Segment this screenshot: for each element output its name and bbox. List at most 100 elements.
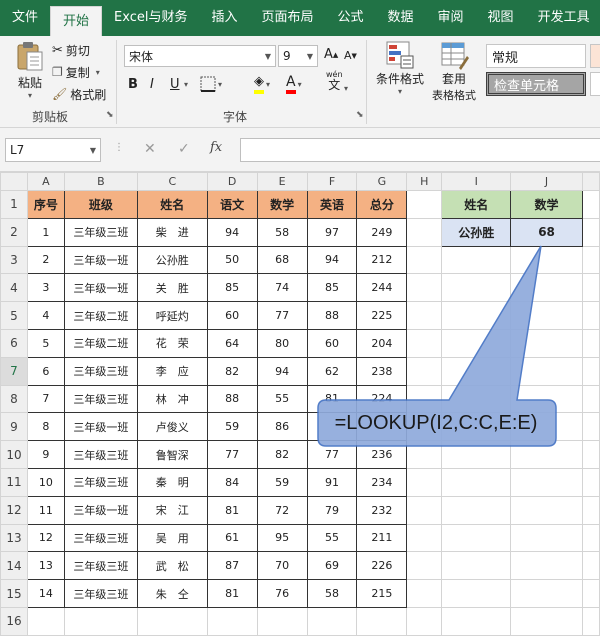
table-cell[interactable]: 204	[356, 328, 408, 358]
table-cell[interactable]: 95	[256, 523, 308, 553]
style-next-2[interactable]	[590, 72, 600, 96]
tab-data[interactable]: 数据	[376, 0, 426, 36]
font-color-button[interactable]: A ▾	[286, 74, 302, 94]
empty-cell[interactable]	[306, 606, 358, 636]
font-size-select[interactable]: 9 ▼	[278, 45, 318, 67]
empty-cell[interactable]	[581, 495, 600, 525]
empty-cell[interactable]	[441, 551, 512, 581]
empty-cell[interactable]	[136, 606, 208, 636]
column-header-C[interactable]: C	[136, 172, 208, 191]
table-cell[interactable]: 14	[26, 579, 65, 608]
empty-cell[interactable]	[581, 273, 600, 303]
table-cell[interactable]: 7	[26, 384, 65, 414]
table-cell[interactable]: 三年级三班	[63, 217, 138, 247]
table-header-cell[interactable]: 英语	[306, 190, 358, 219]
table-cell[interactable]: 8	[26, 412, 65, 442]
empty-cell[interactable]	[581, 217, 600, 247]
style-check-cell[interactable]: 检查单元格	[486, 72, 586, 96]
table-header-cell[interactable]: 序号	[26, 190, 65, 219]
table-cell[interactable]: 69	[306, 551, 358, 581]
column-header-H[interactable]: H	[406, 172, 443, 191]
lookup-value-cell[interactable]: 68	[510, 217, 583, 247]
table-cell[interactable]: 62	[306, 356, 358, 386]
column-header-A[interactable]: A	[26, 172, 65, 191]
table-cell[interactable]: 226	[356, 551, 408, 581]
empty-cell[interactable]	[581, 384, 600, 414]
empty-cell[interactable]	[406, 356, 443, 386]
name-box[interactable]: L7 ▼	[5, 138, 101, 162]
row-header-11[interactable]: 11	[0, 467, 28, 497]
table-cell[interactable]: 86	[256, 412, 308, 442]
table-cell[interactable]: 82	[206, 356, 258, 386]
table-cell[interactable]: 79	[306, 495, 358, 525]
table-cell[interactable]: 秦 明	[136, 467, 208, 497]
empty-cell[interactable]	[441, 495, 512, 525]
table-cell[interactable]: 64	[206, 328, 258, 358]
lookup-header-cell[interactable]: 姓名	[441, 190, 512, 219]
table-cell[interactable]: 244	[356, 273, 408, 303]
empty-cell[interactable]	[510, 523, 583, 553]
chevron-down-icon[interactable]: ▾	[184, 80, 188, 89]
empty-cell[interactable]	[510, 301, 583, 330]
row-header-12[interactable]: 12	[0, 495, 28, 525]
table-cell[interactable]: 10	[26, 467, 65, 497]
empty-cell[interactable]	[510, 356, 583, 386]
table-cell[interactable]: 鲁智深	[136, 440, 208, 469]
table-cell[interactable]: 94	[306, 245, 358, 275]
empty-cell[interactable]	[406, 245, 443, 275]
row-header-16[interactable]: 16	[0, 606, 28, 636]
table-cell[interactable]: 13	[26, 551, 65, 581]
row-header-7[interactable]: 7	[0, 356, 28, 386]
table-cell[interactable]: 84	[206, 467, 258, 497]
column-header-G[interactable]: G	[356, 172, 408, 191]
empty-cell[interactable]	[441, 328, 512, 358]
empty-cell[interactable]	[441, 245, 512, 275]
table-cell[interactable]: 81	[206, 495, 258, 525]
insert-function-button[interactable]: fx	[210, 140, 222, 155]
table-cell[interactable]: 9	[26, 440, 65, 469]
copy-button[interactable]: ❐ 复制 ▾	[52, 62, 100, 82]
empty-cell[interactable]	[510, 273, 583, 303]
grow-font-button[interactable]: A ▲	[324, 47, 338, 62]
dialog-launcher-icon[interactable]: ⬊	[356, 110, 364, 120]
empty-cell[interactable]	[581, 245, 600, 275]
empty-cell[interactable]	[441, 606, 512, 636]
table-cell[interactable]: 85	[206, 273, 258, 303]
table-cell[interactable]: 5	[26, 328, 65, 358]
cancel-button[interactable]: ✕	[144, 141, 156, 157]
empty-cell[interactable]	[510, 579, 583, 608]
table-cell[interactable]: 58	[306, 579, 358, 608]
empty-cell[interactable]	[510, 467, 583, 497]
cut-button[interactable]: ✂ 剪切	[52, 40, 90, 60]
empty-cell[interactable]	[63, 606, 138, 636]
table-cell[interactable]: 236	[356, 440, 408, 469]
format-as-table-button[interactable]: 套用 表格格式	[428, 40, 480, 103]
table-cell[interactable]: 77	[256, 301, 308, 330]
table-cell[interactable]: 55	[306, 523, 358, 553]
dialog-launcher-icon[interactable]: ⬊	[106, 110, 114, 120]
select-all-corner[interactable]	[0, 172, 28, 191]
table-header-cell[interactable]: 数学	[256, 190, 308, 219]
empty-cell[interactable]	[406, 328, 443, 358]
italic-button[interactable]: I	[150, 77, 154, 92]
column-header-F[interactable]: F	[306, 172, 358, 191]
table-cell[interactable]: 238	[356, 356, 408, 386]
row-header-6[interactable]: 6	[0, 328, 28, 358]
row-header-4[interactable]: 4	[0, 273, 28, 303]
table-cell[interactable]: 11	[26, 495, 65, 525]
table-cell[interactable]: 三年级一班	[63, 495, 138, 525]
table-cell[interactable]: 三年级三班	[63, 356, 138, 386]
borders-button[interactable]: ▾	[200, 76, 222, 92]
table-cell[interactable]: 212	[356, 245, 408, 275]
table-cell[interactable]: 59	[256, 467, 308, 497]
table-cell[interactable]: 三年级一班	[63, 273, 138, 303]
table-cell[interactable]: 211	[356, 523, 408, 553]
table-cell[interactable]: 85	[306, 273, 358, 303]
tab-view[interactable]: 视图	[476, 0, 526, 36]
empty-cell[interactable]	[510, 328, 583, 358]
tab-formulas[interactable]: 公式	[326, 0, 376, 36]
row-header-9[interactable]: 9	[0, 412, 28, 442]
table-cell[interactable]: 三年级一班	[63, 245, 138, 275]
column-header-E[interactable]: E	[256, 172, 308, 191]
tab-excel-finance[interactable]: Excel与财务	[102, 0, 199, 36]
